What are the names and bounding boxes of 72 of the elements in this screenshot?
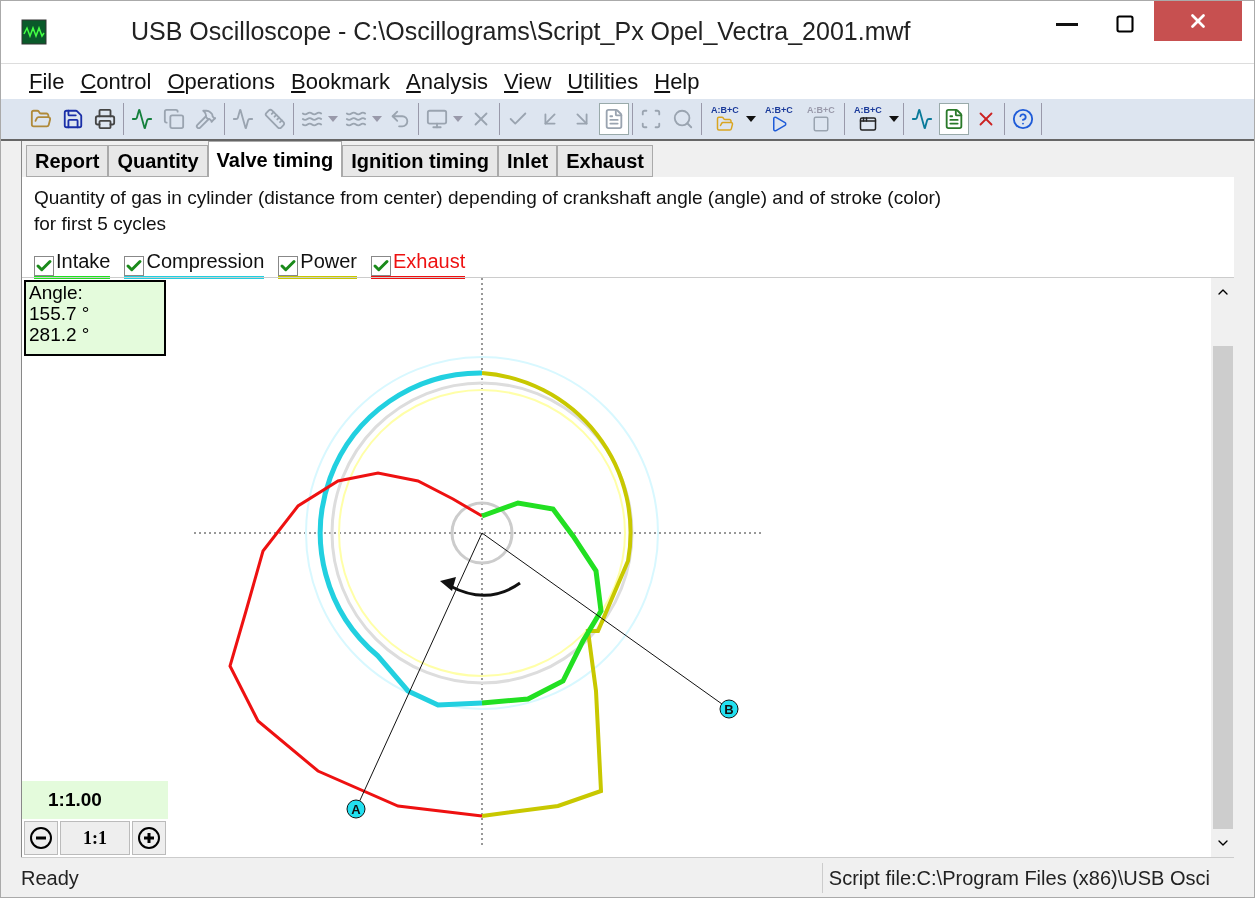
minus-icon — [29, 826, 53, 850]
toolbar-button[interactable]: A:B+C — [848, 103, 888, 135]
angle-value: 155.7 ° — [29, 303, 91, 324]
status-text: Ready — [21, 865, 80, 891]
save-icon — [62, 108, 84, 130]
legend-checkbox[interactable]: Compression — [124, 245, 265, 279]
minimize-icon — [1056, 22, 1078, 26]
oscilloscope-app-icon — [21, 19, 47, 45]
menu-item[interactable]: Bookmark — [283, 65, 399, 98]
menu-item[interactable]: Control — [72, 65, 160, 98]
stop-icon — [812, 115, 830, 133]
undo-icon — [389, 108, 411, 130]
page-icon — [603, 108, 625, 130]
help-icon — [1012, 108, 1034, 130]
button-caption: A:B+C — [854, 105, 882, 115]
zoom-ratio: 1:1.00 — [22, 781, 168, 819]
peak-icon — [232, 108, 254, 130]
button-caption: A:B+C — [807, 105, 835, 115]
zoom-out-button[interactable] — [24, 821, 58, 855]
script-file-path: Script file:C:\Program Files (x86)\USB Osci — [821, 862, 1234, 893]
monitor-icon — [426, 108, 448, 130]
checkbox[interactable] — [371, 255, 391, 276]
legend-checkbox[interactable]: Exhaust — [371, 245, 466, 279]
angle-value: 281.2 ° — [29, 324, 91, 345]
zoom-reset-button[interactable]: 1:1 — [60, 821, 130, 855]
ruler-icon — [264, 108, 286, 130]
toolbar-button[interactable]: A:B+C — [759, 103, 799, 135]
tab[interactable]: Valve timing — [207, 141, 343, 177]
checkbox[interactable] — [278, 255, 299, 276]
vertical-scrollbar[interactable] — [1211, 278, 1234, 857]
magnifier-icon — [672, 108, 694, 130]
rotation-arrow-icon — [440, 577, 521, 597]
menu-item[interactable]: Help — [646, 65, 708, 98]
tab[interactable]: Exhaust — [557, 145, 653, 177]
maximize-icon — [1115, 14, 1135, 34]
window-icon — [859, 115, 877, 133]
checkbox[interactable] — [124, 255, 145, 276]
tab[interactable]: Ignition timing — [342, 145, 499, 177]
cursor-marker[interactable]: A — [346, 799, 366, 819]
copy-icon — [163, 108, 185, 130]
legend-checkbox[interactable]: Power — [278, 245, 357, 279]
report-icon — [943, 108, 965, 130]
folder-icon — [30, 108, 52, 130]
frame-icon — [640, 108, 662, 130]
angle-title: Angle: — [29, 282, 84, 303]
tab[interactable]: Quantity — [108, 145, 208, 177]
cursor-marker[interactable]: B — [719, 699, 739, 719]
checkbox[interactable] — [34, 255, 54, 276]
menu-item[interactable]: File — [21, 65, 73, 98]
printer-icon — [94, 108, 116, 130]
hammer-icon — [195, 108, 217, 130]
play-icon — [770, 115, 788, 133]
button-caption: A:B+C — [765, 105, 793, 115]
script-folder-icon — [716, 115, 734, 133]
menu-item[interactable]: View — [496, 65, 560, 98]
toolbar-button[interactable]: A:B+C — [705, 103, 745, 135]
menu-item[interactable]: Utilities — [559, 65, 647, 98]
window-title: USB Oscilloscope - C:\Oscillograms\Script_Px Opel_Vectra_2001.mwf — [131, 16, 911, 48]
menu-item[interactable]: Analysis — [398, 65, 497, 98]
zoom-in-button[interactable] — [132, 821, 166, 855]
plus-icon — [137, 826, 161, 850]
tab[interactable]: Inlet — [498, 145, 558, 177]
description-text: Quantity of gas in cylinder (distance from center) depending of crankshaft angle (angle) and of stroke (color) — [34, 186, 943, 210]
menu-item[interactable]: Operations — [159, 65, 284, 98]
button-caption: A:B+C — [711, 105, 739, 115]
wave-save-icon — [131, 108, 153, 130]
tab[interactable]: Report — [26, 145, 109, 177]
description-text: for first 5 cycles — [34, 212, 167, 236]
oscilloscope-icon — [911, 108, 933, 130]
scrollbar-thumb[interactable] — [1212, 346, 1233, 829]
toolbar-button[interactable] — [939, 103, 969, 135]
close-button[interactable] — [1154, 1, 1242, 41]
